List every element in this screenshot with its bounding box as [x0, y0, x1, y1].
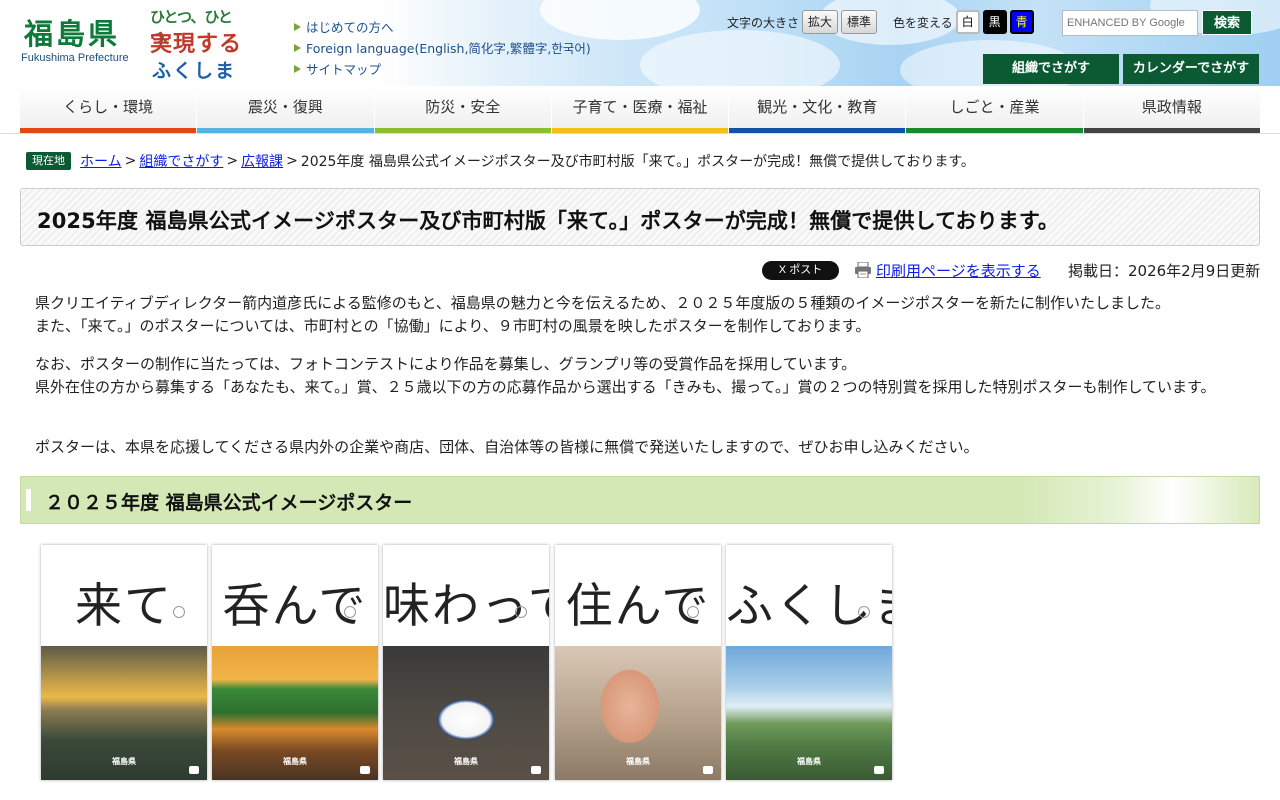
nav-disaster-recovery[interactable]: 震災・復興 — [197, 86, 375, 133]
site-search — [1062, 10, 1198, 36]
site-header: 福島県 Fukushima Prefecture ひとつ、ひとつ、 実現する ふ… — [0, 0, 1280, 86]
slogan-line-3: ふくしま — [152, 60, 237, 82]
poster-word: 来て — [75, 579, 173, 634]
breadcrumb-home[interactable]: ホーム — [80, 151, 122, 171]
x-post-button[interactable]: X ポスト — [762, 261, 839, 280]
header-links: はじめての方へ Foreign language(English,简化字,繁體字… — [294, 16, 591, 79]
page-title-box: 2025年度 福島県公式イメージポスター及び市町村版「来て。」ポスターが完成！無… — [20, 188, 1260, 246]
color-blue-button[interactable]: 青 — [1009, 10, 1034, 34]
section-title: ２０２５年度 福島県公式イメージポスター — [45, 492, 413, 514]
poster-nonde[interactable]: 呑んで 福島県 — [212, 545, 378, 780]
poster-label: 福島県 — [626, 757, 650, 766]
arrow-icon — [294, 64, 301, 73]
breadcrumb-badge: 現在地 — [26, 152, 71, 170]
color-label: 色を変える — [893, 15, 953, 30]
nav-label: 震災・復興 — [247, 98, 323, 116]
nav-tourism-culture[interactable]: 観光・文化・教育 — [729, 86, 907, 133]
fukushima-mark-icon — [874, 766, 884, 774]
slogan-line-2: 実現する — [150, 32, 243, 57]
breadcrumb: 現在地 ホーム > 組織でさがす > 広報課 > 2025年度 福島県公式イメー… — [26, 151, 975, 171]
poster-fukushima[interactable]: ふくしま 福島県 — [726, 545, 892, 780]
poster-stamp-icon — [344, 606, 356, 618]
nav-label: しごと・産業 — [949, 98, 1040, 116]
poster-stamp-icon — [858, 606, 870, 618]
section-header: ２０２５年度 福島県公式イメージポスター — [20, 476, 1260, 524]
color-tools: 色を変える 白 黒 青 — [893, 10, 1034, 34]
breadcrumb-org[interactable]: 組織でさがす — [139, 151, 223, 171]
poster-label: 福島県 — [283, 757, 307, 766]
global-nav: くらし・環境 震災・復興 防災・安全 子育て・医療・福祉 観光・文化・教育 しご… — [20, 86, 1260, 133]
poster-stamp-icon — [515, 606, 527, 618]
updated-date: 掲載日：2026年2月9日更新 — [1068, 262, 1261, 280]
poster-label: 福島県 — [454, 757, 478, 766]
poster-sunde[interactable]: 住んで 福島県 — [555, 545, 721, 780]
printer-icon — [855, 262, 871, 278]
fukushima-mark-icon — [189, 766, 199, 774]
link-sitemap[interactable]: サイトマップ — [294, 58, 591, 79]
color-white-button[interactable]: 白 — [955, 10, 980, 34]
poster-stamp-icon — [687, 606, 699, 618]
section-bar — [26, 489, 31, 511]
breadcrumb-separator: > — [286, 153, 298, 169]
org-search-button[interactable]: 組織でさがす — [983, 54, 1119, 84]
nav-childcare-medical[interactable]: 子育て・医療・福祉 — [551, 86, 730, 133]
breadcrumb-separator: > — [124, 153, 137, 169]
logo-roman: Fukushima Prefecture — [21, 52, 129, 64]
poster-ajiwatte[interactable]: 味わって 福島県 — [383, 545, 549, 780]
font-standard-button[interactable]: 標準 — [841, 10, 878, 34]
poster-word: 味わって — [383, 579, 549, 634]
slogan-logo: ひとつ、ひとつ、 実現する ふくしま — [148, 6, 248, 82]
poster-label: 福島県 — [112, 757, 136, 766]
link-label: Foreign language(English,简化字,繁體字,한국어) — [306, 41, 591, 56]
nav-living-environment[interactable]: くらし・環境 — [20, 86, 198, 133]
search-button[interactable]: 検索 — [1202, 10, 1252, 35]
nav-work-industry[interactable]: しごと・産業 — [906, 86, 1084, 133]
calendar-search-button[interactable]: カレンダーでさがす — [1123, 54, 1259, 84]
nav-label: 防災・安全 — [425, 98, 501, 116]
link-first-visit[interactable]: はじめての方へ — [294, 16, 591, 37]
poster-word: 呑んで — [222, 579, 368, 634]
nav-label: 子育て・医療・福祉 — [572, 98, 708, 116]
font-enlarge-button[interactable]: 拡大 — [802, 10, 839, 34]
paragraph-intro: 県クリエイティブディレクター箭内道彦氏による監修のもと、福島県の魅力と今を伝える… — [35, 294, 1171, 335]
paragraph-distribution: ポスターは、本県を応援してくださる県内外の企業や商店、団体、自治体等の皆様に無償… — [20, 438, 979, 456]
font-size-tools: 文字の大きさ 拡大 標準 — [727, 10, 878, 34]
link-foreign-language[interactable]: Foreign language(English,简化字,繁體字,한국어) — [294, 37, 591, 58]
poster-kite[interactable]: 来て 福島県 — [41, 545, 207, 780]
link-label: サイトマップ — [306, 62, 382, 77]
breadcrumb-current: 2025年度 福島県公式イメージポスター及び市町村版「来て。」ポスターが完成！無… — [300, 154, 975, 170]
fukushima-mark-icon — [360, 766, 370, 774]
nav-label: 観光・文化・教育 — [757, 98, 878, 116]
search-input[interactable] — [1063, 12, 1197, 34]
arrow-icon — [294, 43, 301, 52]
font-size-label: 文字の大きさ — [727, 15, 800, 30]
nav-divider — [0, 133, 1280, 134]
nav-prefecture-info[interactable]: 県政情報 — [1083, 86, 1260, 133]
nav-safety[interactable]: 防災・安全 — [374, 86, 552, 133]
breadcrumb-separator: > — [226, 153, 239, 169]
arrow-icon — [294, 22, 301, 31]
logo-kanji: 福島県 — [24, 17, 121, 51]
site-logo[interactable]: 福島県 Fukushima Prefecture — [21, 17, 129, 64]
print-page-link[interactable]: 印刷用ページを表示する — [876, 260, 1041, 281]
poster-word: ふくしま — [726, 579, 892, 634]
breadcrumb-pr[interactable]: 広報課 — [241, 151, 283, 171]
fukushima-mark-icon — [531, 766, 541, 774]
fukushima-mark-icon — [703, 766, 713, 774]
poster-stamp-icon — [173, 606, 185, 618]
link-label: はじめての方へ — [306, 20, 394, 35]
nav-label: くらし・環境 — [63, 98, 154, 116]
poster-label: 福島県 — [797, 757, 821, 766]
paragraph-contest: なお、ポスターの制作に当たっては、フォトコンテストにより作品を募集し、グランプリ… — [35, 355, 1216, 396]
page-title: 2025年度 福島県公式イメージポスター及び市町村版「来て。」ポスターが完成！無… — [37, 209, 1059, 233]
color-black-button[interactable]: 黒 — [982, 10, 1007, 34]
nav-label: 県政情報 — [1141, 98, 1202, 116]
poster-word: 住んで — [565, 579, 711, 634]
